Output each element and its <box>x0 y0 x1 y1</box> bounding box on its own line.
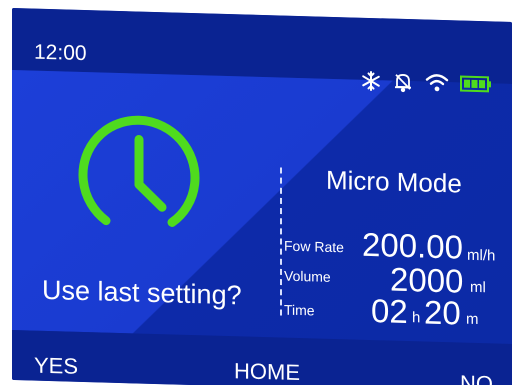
time-minutes-unit: m <box>466 310 479 329</box>
clock-icon <box>78 115 200 227</box>
volume-label: Volume <box>284 267 331 285</box>
mode-title: Micro Mode <box>326 164 462 199</box>
bell-mute-icon <box>395 74 411 93</box>
flow-rate-label: Fow Rate <box>284 237 344 256</box>
time-minutes: 20 <box>424 293 461 332</box>
use-last-setting-prompt: Use last setting? <box>42 274 242 311</box>
time-hours: 02 <box>371 292 408 331</box>
flow-rate-unit: ml/h <box>467 246 496 265</box>
home-button[interactable]: HOME <box>234 358 300 385</box>
time-label: Time <box>284 301 315 319</box>
battery-icon <box>460 75 491 93</box>
yes-button[interactable]: YES <box>34 353 78 380</box>
device-display: 12:00 Micro Mode Fow Rate 200.00 ml/h Vo… <box>12 8 512 385</box>
volume-unit: ml <box>470 278 486 297</box>
snowflake-icon <box>362 71 380 92</box>
status-time: 12:00 <box>34 40 87 66</box>
time-hours-unit: h <box>412 309 421 327</box>
divider <box>280 167 282 316</box>
no-button[interactable]: NO <box>460 371 493 385</box>
pump-screen: 12:00 Micro Mode Fow Rate 200.00 ml/h Vo… <box>0 0 521 385</box>
status-icons <box>360 70 492 96</box>
wifi-icon <box>425 74 449 92</box>
flow-rate-value: 200.00 <box>362 225 463 266</box>
